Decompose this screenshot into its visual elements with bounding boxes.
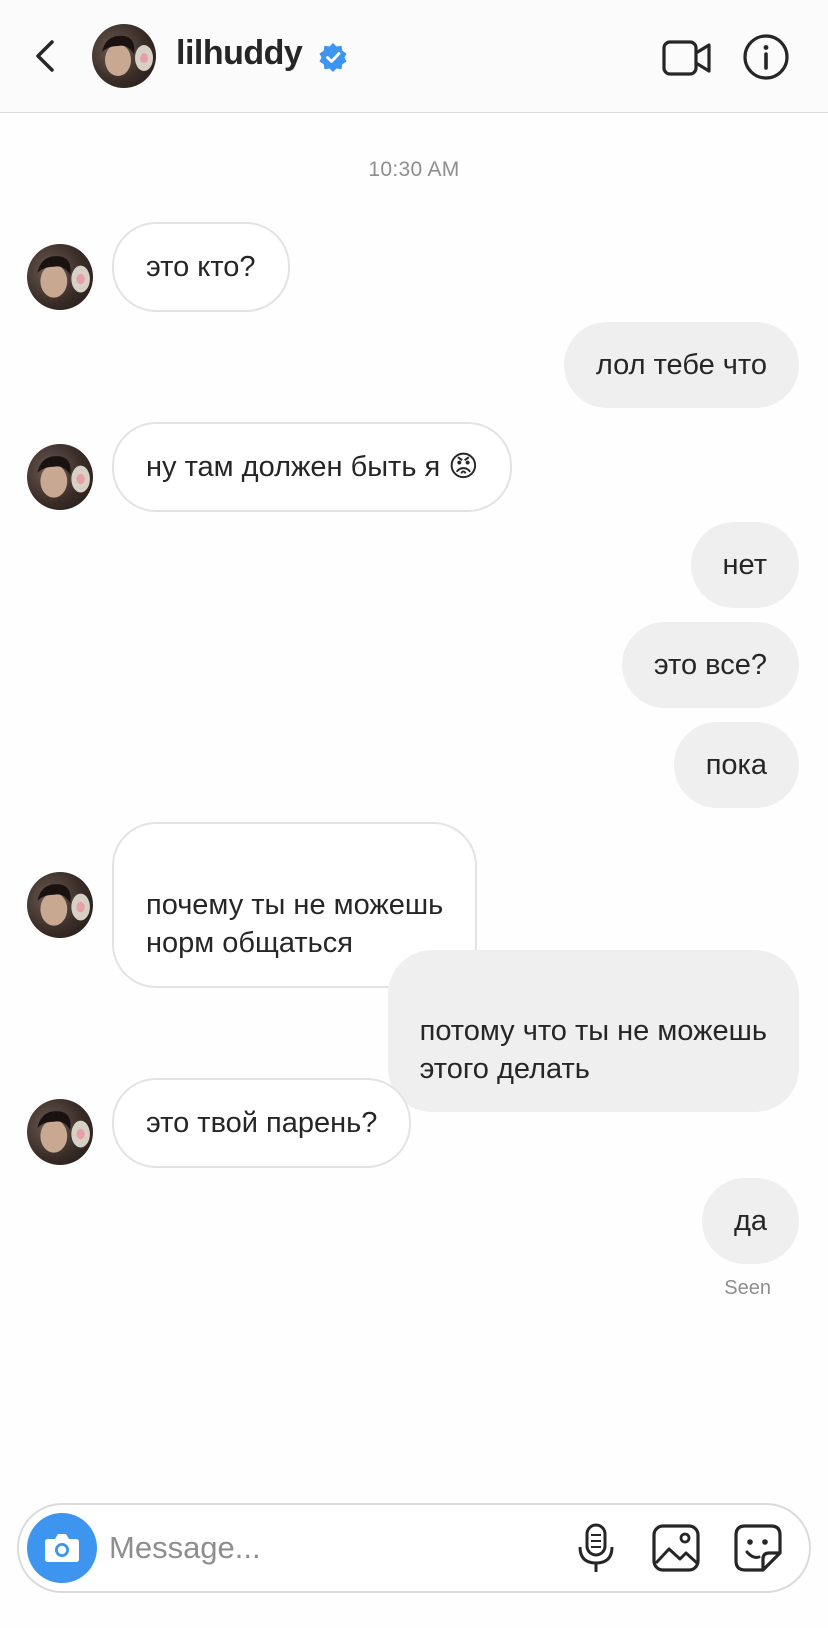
message-composer (17, 1503, 811, 1593)
outgoing-message[interactable]: потому что ты не можешь этого делать (387, 950, 799, 1112)
outgoing-message[interactable]: лол тебе что (563, 322, 799, 408)
camera-button[interactable] (27, 1513, 97, 1583)
sender-avatar[interactable] (27, 1099, 93, 1165)
message-text: ну там должен быть я 😡 (146, 451, 479, 483)
message-text: лол тебе что (595, 349, 767, 381)
sender-avatar[interactable] (27, 244, 93, 310)
message-text: да (733, 1205, 767, 1237)
message-text: это все? (653, 649, 767, 681)
message-text: нет (722, 549, 767, 581)
incoming-message[interactable]: ну там должен быть я 😡 (112, 422, 513, 512)
sender-avatar[interactable] (27, 444, 93, 510)
message-text: пока (705, 749, 767, 781)
camera-icon (45, 1534, 79, 1562)
message-text: потому что ты не можешь этого делать (419, 1015, 767, 1085)
outgoing-message[interactable]: пока (673, 722, 799, 808)
outgoing-message[interactable]: нет (690, 522, 799, 608)
message-input[interactable] (109, 1523, 529, 1573)
chat-username[interactable]: lilhuddy (176, 34, 303, 73)
message-timestamp: 10:30 AM (368, 158, 460, 181)
chat-header: lilhuddy (0, 0, 828, 113)
back-arrow-icon[interactable] (30, 36, 62, 76)
seen-indicator: Seen (724, 1277, 771, 1299)
outgoing-message[interactable]: да (701, 1178, 799, 1264)
chat-screen: lilhuddy 10:30 AM это кто? лол тебе что … (0, 0, 828, 1628)
message-text: это твой парень? (146, 1107, 378, 1139)
message-text: это кто? (146, 251, 256, 283)
outgoing-message[interactable]: это все? (621, 622, 799, 708)
sender-avatar[interactable] (27, 872, 93, 938)
profile-avatar[interactable] (92, 24, 156, 88)
video-call-icon[interactable] (662, 38, 712, 78)
verified-badge-icon (319, 43, 347, 72)
incoming-message[interactable]: это кто? (112, 222, 290, 312)
sticker-icon[interactable] (733, 1523, 783, 1573)
message-text: почему ты не можешь норм общаться (146, 889, 444, 959)
incoming-message[interactable]: это твой парень? (112, 1078, 412, 1168)
microphone-icon[interactable] (576, 1523, 616, 1575)
gallery-icon[interactable] (651, 1523, 701, 1573)
info-icon[interactable] (742, 33, 790, 81)
